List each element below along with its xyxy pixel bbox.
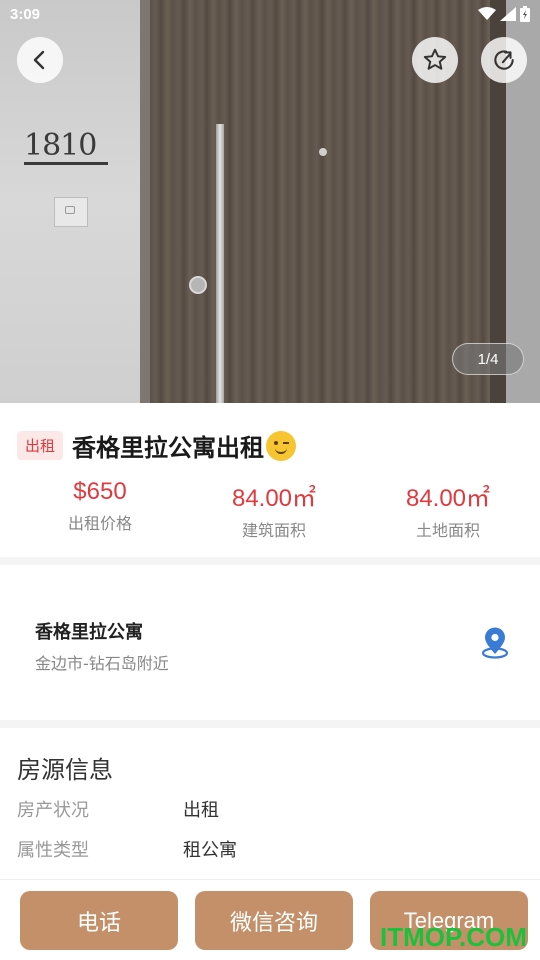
section-divider bbox=[0, 720, 540, 728]
listing-title: 香格里拉公寓出租 bbox=[72, 434, 265, 462]
wechat-consult-button[interactable]: 微信咨询 bbox=[195, 891, 353, 950]
share-icon bbox=[494, 50, 514, 70]
photo-counter: 1/4 bbox=[452, 343, 524, 375]
info-row-type: 属性类型 租公寓 bbox=[17, 836, 237, 862]
stat-rent-price: $650 出租价格 bbox=[10, 478, 190, 541]
stat-building-area: 84.00㎡ 建筑面积 bbox=[184, 478, 364, 541]
stat-value: $650 bbox=[73, 478, 127, 505]
back-button[interactable] bbox=[17, 37, 63, 83]
info-row-status: 房产状况 出租 bbox=[17, 796, 219, 822]
wink-emoji-icon bbox=[266, 430, 297, 461]
favorite-button[interactable] bbox=[412, 37, 458, 83]
wifi-icon bbox=[478, 7, 496, 20]
location-pin-icon[interactable] bbox=[480, 627, 510, 659]
location-address: 金边市-钻石岛附近 bbox=[35, 654, 169, 673]
back-icon bbox=[33, 50, 45, 70]
rent-tag: 出租 bbox=[17, 431, 64, 460]
stat-label: 土地面积 bbox=[415, 521, 480, 540]
star-icon bbox=[423, 48, 447, 70]
property-info-title: 房源信息 bbox=[17, 756, 113, 784]
listing-detail-screen: 1810 3:09 1/4 出租 香格里拉公寓出租 $650 出租价格 84.0… bbox=[0, 0, 540, 960]
section-divider bbox=[0, 557, 540, 565]
listing-title-row: 出租 香格里拉公寓出租 bbox=[17, 428, 297, 463]
info-key: 属性类型 bbox=[17, 840, 89, 861]
signal-icon bbox=[500, 7, 516, 21]
stat-value: 84.00㎡ bbox=[231, 485, 317, 512]
room-number-sign: 1810 bbox=[24, 128, 97, 163]
info-value: 租公寓 bbox=[183, 840, 237, 861]
listing-photo[interactable]: 1810 bbox=[0, 0, 540, 403]
battery-icon bbox=[520, 6, 530, 22]
status-bar: 3:09 bbox=[0, 0, 540, 30]
info-value: 出租 bbox=[183, 800, 219, 821]
location-name: 香格里拉公寓 bbox=[35, 622, 143, 643]
stat-land-area: 84.00㎡ 土地面积 bbox=[358, 478, 538, 541]
status-time: 3:09 bbox=[10, 6, 41, 23]
stat-label: 出租价格 bbox=[67, 514, 132, 533]
stat-value: 84.00㎡ bbox=[405, 485, 491, 512]
listing-stats: $650 出租价格 84.00㎡ 建筑面积 84.00㎡ 土地面积 bbox=[0, 478, 540, 541]
share-button[interactable] bbox=[481, 37, 527, 83]
site-watermark: ITMOP.COM bbox=[380, 922, 527, 952]
info-key: 房产状况 bbox=[17, 800, 89, 821]
stat-label: 建筑面积 bbox=[241, 521, 306, 540]
phone-button[interactable]: 电话 bbox=[20, 891, 178, 950]
